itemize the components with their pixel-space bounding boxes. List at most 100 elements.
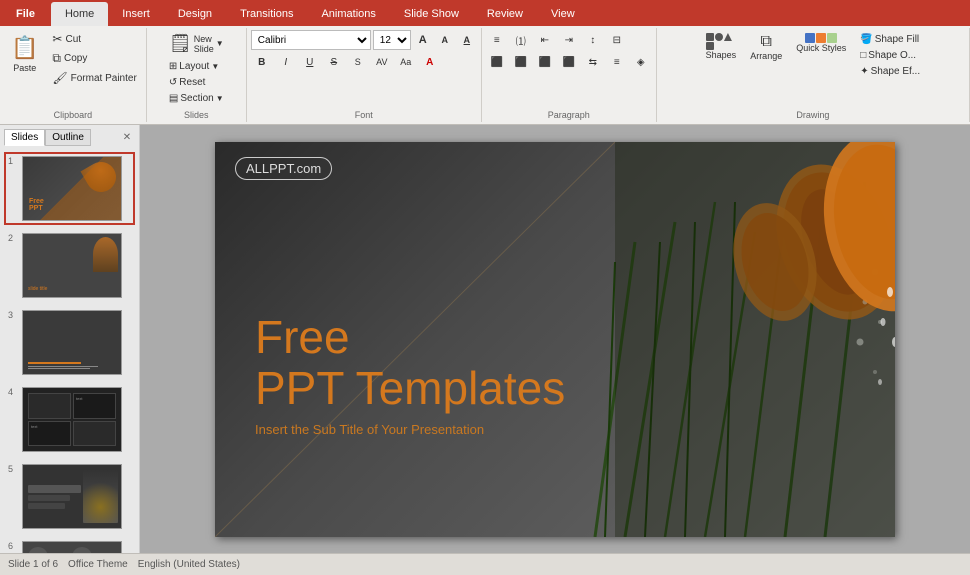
font-row-2: B I U S S AV Aa A xyxy=(251,52,441,72)
copy-button[interactable]: ⧉ Copy xyxy=(47,49,141,68)
tab-design[interactable]: Design xyxy=(164,2,226,26)
justify-button[interactable]: ⬛ xyxy=(558,52,580,72)
align-right-button[interactable]: ⬛ xyxy=(534,52,556,72)
font-family-select[interactable]: Calibri xyxy=(251,30,371,50)
tab-bar: File Home Insert Design Transitions Anim… xyxy=(0,0,970,26)
status-bar: Slide 1 of 6 Office Theme English (Unite… xyxy=(0,553,970,575)
layout-icon: ⊞ xyxy=(169,61,177,72)
para-row-2: ⬛ ⬛ ⬛ ⬛ ⇆ ≡ ◈ xyxy=(486,52,652,72)
tab-slideshow[interactable]: Slide Show xyxy=(390,2,473,26)
paste-button[interactable]: 📋 Paste xyxy=(4,30,45,78)
slide-img-5 xyxy=(22,464,122,529)
slide-thumb-3[interactable]: 3 xyxy=(4,306,135,379)
font-size-select[interactable]: 12 xyxy=(373,30,411,50)
section-button[interactable]: ▤ Section ▼ xyxy=(164,91,229,106)
language-info: English (United States) xyxy=(138,559,240,570)
paste-icon: 📋 xyxy=(11,35,38,61)
slide-img-4: text text xyxy=(22,387,122,452)
layout-button[interactable]: ⊞ Layout ▼ xyxy=(164,59,229,74)
italic-button[interactable]: I xyxy=(275,52,297,72)
shape-outline-button[interactable]: □ Shape O... xyxy=(855,48,925,63)
arrange-icon: ⧉ xyxy=(760,33,771,51)
smartart-button[interactable]: ◈ xyxy=(630,52,652,72)
font-color-button[interactable]: A xyxy=(419,52,441,72)
text-direction-button[interactable]: ⇆ xyxy=(582,52,604,72)
new-slide-icon: 🗒 xyxy=(169,33,192,54)
drawing-content: Shapes ⧉ Arrange Quick Styles 🪣 xyxy=(701,30,925,120)
arrange-button[interactable]: ⧉ Arrange xyxy=(745,30,787,64)
columns-button[interactable]: ⊟ xyxy=(606,30,628,50)
theme-name: Office Theme xyxy=(68,559,128,570)
tab-review[interactable]: Review xyxy=(473,2,537,26)
tab-animations[interactable]: Animations xyxy=(307,2,389,26)
slide-title: Free PPT Templates Insert the Sub Title … xyxy=(255,312,565,436)
align-text-button[interactable]: ≡ xyxy=(606,52,628,72)
reset-button[interactable]: ↺ Reset xyxy=(164,75,229,90)
slide-panel-header: Slides Outline ✕ xyxy=(4,129,135,146)
slide-info: Slide 1 of 6 xyxy=(8,559,58,570)
new-slide-button[interactable]: 🗒 New Slide ▼ xyxy=(164,30,229,57)
ribbon: 📋 Paste ✂ Cut ⧉ Copy 🖌 Format Painter xyxy=(0,26,970,125)
clear-formatting-button[interactable]: A xyxy=(457,30,477,50)
slide-thumb-5[interactable]: 5 xyxy=(4,460,135,533)
underline-button[interactable]: U xyxy=(299,52,321,72)
panel-tab-outline[interactable]: Outline xyxy=(45,129,91,146)
slide-brand: ALLPPT.com xyxy=(235,157,332,180)
para-row-1: ≡ ⑴ ⇤ ⇥ ↕ ⊟ xyxy=(486,30,628,50)
slide-thumb-2[interactable]: 2 slide title xyxy=(4,229,135,302)
cut-icon: ✂ xyxy=(52,32,62,46)
char-spacing-button[interactable]: AV xyxy=(371,52,393,72)
decrease-font-button[interactable]: A xyxy=(435,30,455,50)
align-left-button[interactable]: ⬛ xyxy=(486,52,508,72)
panel-tabs: Slides Outline xyxy=(4,129,91,146)
slide-num-6: 6 xyxy=(8,541,18,551)
shape-outline-icon: □ xyxy=(860,50,866,61)
panel-tab-slides[interactable]: Slides xyxy=(4,129,45,146)
drawing-group: Shapes ⧉ Arrange Quick Styles 🪣 xyxy=(657,28,970,122)
tab-file[interactable]: File xyxy=(0,2,51,26)
increase-indent-button[interactable]: ⇥ xyxy=(558,30,580,50)
format-painter-icon: 🖌 xyxy=(52,71,67,85)
tab-home[interactable]: Home xyxy=(51,2,108,26)
slides-group: 🗒 New Slide ▼ ⊞ Layout ▼ xyxy=(147,28,247,122)
decrease-indent-button[interactable]: ⇤ xyxy=(534,30,556,50)
new-slide-dropdown-icon: ▼ xyxy=(216,39,224,48)
clipboard-content: 📋 Paste ✂ Cut ⧉ Copy 🖌 Format Painter xyxy=(4,30,142,120)
canvas-area: ALLPPT.com Free PPT Templates Insert the… xyxy=(140,125,970,553)
shape-effects-button[interactable]: ✦ Shape Ef... xyxy=(855,64,925,79)
slide-title-line2: PPT Templates xyxy=(255,363,565,414)
copy-icon: ⧉ xyxy=(52,51,61,66)
slide-thumb-4[interactable]: 4 text text xyxy=(4,383,135,456)
slide-canvas[interactable]: ALLPPT.com Free PPT Templates Insert the… xyxy=(215,142,895,537)
tab-transitions[interactable]: Transitions xyxy=(226,2,307,26)
shape-effects-icon: ✦ xyxy=(860,66,868,77)
align-center-button[interactable]: ⬛ xyxy=(510,52,532,72)
font-content: Calibri 12 A A A B I U S S AV Aa xyxy=(251,30,477,120)
increase-font-button[interactable]: A xyxy=(413,30,433,50)
section-dropdown-icon: ▼ xyxy=(216,94,224,103)
format-painter-button[interactable]: 🖌 Format Painter xyxy=(47,69,141,87)
change-case-button[interactable]: Aa xyxy=(395,52,417,72)
clipboard-label: Clipboard xyxy=(0,110,146,120)
cut-button[interactable]: ✂ Cut xyxy=(47,30,141,48)
bullets-button[interactable]: ≡ xyxy=(486,30,508,50)
slide-img-2: slide title xyxy=(22,233,122,298)
strikethrough-button[interactable]: S xyxy=(323,52,345,72)
quick-styles-button[interactable]: Quick Styles xyxy=(791,30,851,56)
slide-thumb-1[interactable]: 1 FreePPT xyxy=(4,152,135,225)
paragraph-label: Paragraph xyxy=(482,110,656,120)
close-panel-button[interactable]: ✕ xyxy=(119,130,135,146)
tab-view[interactable]: View xyxy=(537,2,589,26)
shape-fill-button[interactable]: 🪣 Shape Fill xyxy=(855,32,925,47)
shape-fill-icon: 🪣 xyxy=(860,34,872,45)
bold-button[interactable]: B xyxy=(251,52,273,72)
slide-num-2: 2 xyxy=(8,233,18,243)
numbering-button[interactable]: ⑴ xyxy=(510,30,532,50)
line-spacing-button[interactable]: ↕ xyxy=(582,30,604,50)
text-shadow-button[interactable]: S xyxy=(347,52,369,72)
tab-insert[interactable]: Insert xyxy=(108,2,164,26)
slide-thumb-6[interactable]: 6 xyxy=(4,537,135,553)
shapes-button[interactable]: Shapes xyxy=(701,30,742,63)
quick-styles-preview xyxy=(805,33,837,43)
main-area: Slides Outline ✕ 1 FreePPT 2 slide title… xyxy=(0,125,970,553)
